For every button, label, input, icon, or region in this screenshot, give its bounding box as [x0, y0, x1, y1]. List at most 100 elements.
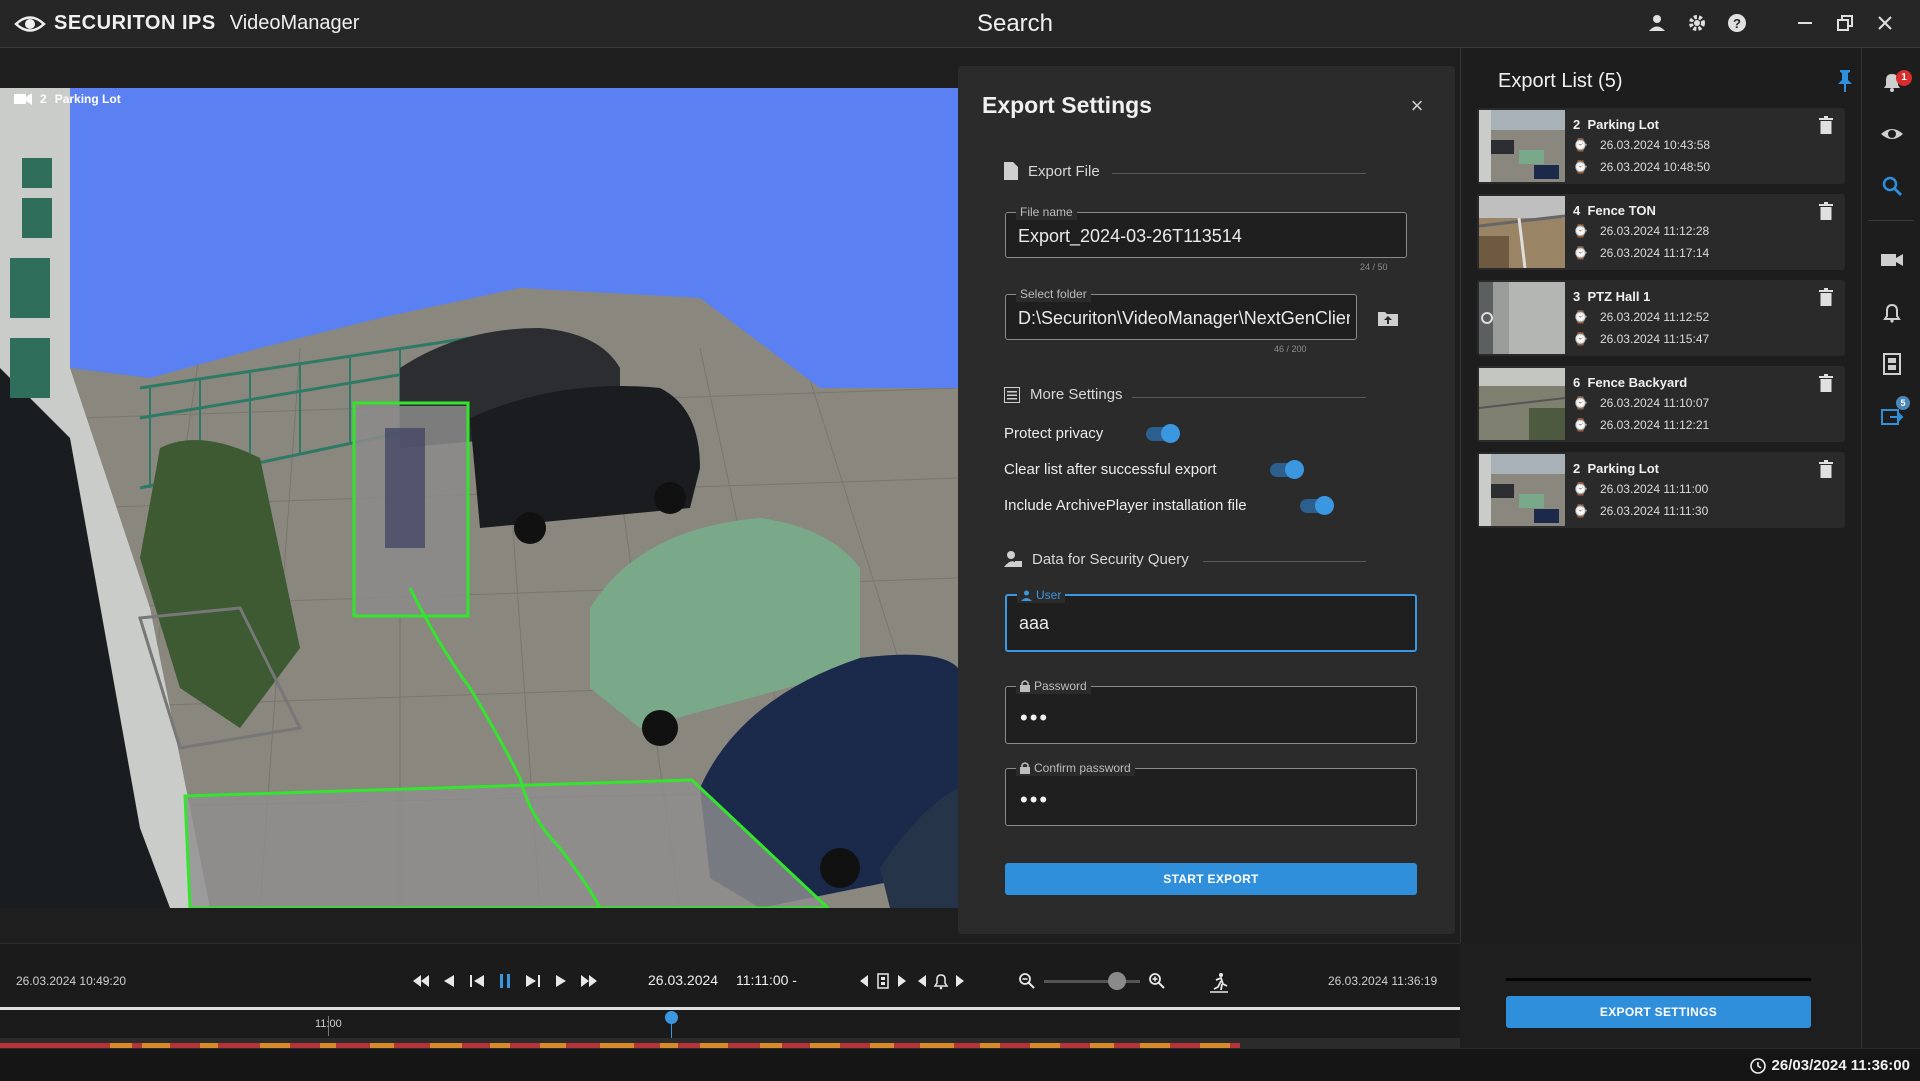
video-camera-icon[interactable]: [1880, 248, 1904, 272]
delete-icon[interactable]: [1819, 374, 1833, 392]
lock-icon: [1020, 762, 1030, 774]
range-end-time: 26.03.2024 11:36:19: [1328, 974, 1438, 988]
export-item-end: ⌚ 26.03.2024 11:11:30: [1573, 504, 1709, 518]
clock-text: 26/03/2024 11:36:00: [1771, 1057, 1910, 1074]
security-heading: Data for Security Query: [1004, 550, 1189, 568]
playhead-handle[interactable]: [665, 1011, 678, 1024]
delete-icon[interactable]: [1819, 460, 1833, 478]
protect-privacy-toggle[interactable]: [1146, 424, 1180, 443]
export-thumbnail: [1479, 110, 1565, 182]
export-thumbnail: [1479, 454, 1565, 526]
export-item-end: ⌚ 26.03.2024 11:12:21: [1573, 418, 1710, 432]
confirm-password-field[interactable]: Confirm password •••: [1005, 760, 1417, 826]
search-icon[interactable]: [1880, 174, 1904, 198]
include-archiveplayer-label: Include ArchivePlayer installation file: [1004, 497, 1247, 514]
more-settings-heading: More Settings: [1004, 386, 1123, 403]
settings-gear-icon[interactable]: [1686, 12, 1708, 34]
export-item[interactable]: 3 PTZ Hall 1 ⌚ 26.03.2024 11:12:52 ⌚ 26.03…: [1477, 280, 1845, 356]
export-item[interactable]: 6 Fence Backyard ⌚ 26.03.2024 11:10:07 ⌚ 2…: [1477, 366, 1845, 442]
export-item[interactable]: 2 Parking Lot ⌚ 26.03.2024 11:11:00 ⌚ 26.0…: [1477, 452, 1845, 528]
next-recording-icon[interactable]: [892, 972, 910, 990]
export-file-heading: Export File: [1004, 162, 1100, 180]
frame-back-icon[interactable]: [468, 972, 486, 990]
file-name-field[interactable]: File name Export_2024-03-26T113514: [1005, 204, 1407, 258]
end-time-icon: ⌚: [1573, 418, 1588, 432]
delete-icon[interactable]: [1819, 202, 1833, 220]
zoom-in-icon[interactable]: [1148, 972, 1166, 990]
folder-upload-icon[interactable]: [1378, 310, 1398, 326]
help-icon[interactable]: ?: [1726, 12, 1748, 34]
clock-icon: [1749, 1057, 1766, 1074]
export-item-end: ⌚ 26.03.2024 11:17:14: [1573, 246, 1710, 260]
restore-icon[interactable]: [1834, 12, 1856, 34]
export-settings-button[interactable]: EXPORT SETTINGS: [1506, 996, 1811, 1028]
export-thumbnail: [1479, 196, 1565, 268]
prev-recording-icon[interactable]: [856, 972, 874, 990]
fast-rewind-icon[interactable]: [412, 972, 430, 990]
export-progress-track: [1506, 978, 1811, 981]
system-clock: 26/03/2024 11:36:00: [1749, 1057, 1910, 1074]
end-time-icon: ⌚: [1573, 504, 1588, 518]
divider: [1112, 173, 1366, 174]
next-alarm-icon[interactable]: [950, 972, 968, 990]
minimize-icon[interactable]: [1794, 12, 1816, 34]
clear-list-toggle[interactable]: [1270, 460, 1304, 479]
clear-list-label: Clear list after successful export: [1004, 461, 1217, 478]
film-strip-icon[interactable]: [1880, 352, 1904, 376]
export-item-title: 6 Fence Backyard: [1573, 375, 1688, 390]
start-time-icon: ⌚: [1573, 224, 1588, 238]
password-label: Password: [1016, 678, 1091, 694]
zoom-out-icon[interactable]: [1018, 972, 1036, 990]
prev-alarm-icon[interactable]: [914, 972, 932, 990]
user-lock-icon: [1004, 551, 1022, 567]
export-item[interactable]: 4 Fence TON ⌚ 26.03.2024 11:12:28 ⌚ 26.03.…: [1477, 194, 1845, 270]
step-back-icon[interactable]: [440, 972, 458, 990]
zoom-slider-handle[interactable]: [1108, 972, 1126, 990]
right-rail: 1 5: [1861, 48, 1920, 1048]
start-time-icon: ⌚: [1573, 138, 1588, 152]
security-heading-label: Data for Security Query: [1032, 550, 1189, 568]
step-forward-icon[interactable]: [552, 972, 570, 990]
frame-forward-icon[interactable]: [524, 972, 542, 990]
user-icon[interactable]: [1646, 12, 1668, 34]
user-field[interactable]: User aaa: [1005, 587, 1417, 652]
include-archiveplayer-toggle[interactable]: [1300, 496, 1334, 515]
export-item-start: ⌚ 26.03.2024 10:43:58: [1573, 138, 1711, 152]
protect-privacy-label: Protect privacy: [1004, 425, 1104, 442]
close-icon[interactable]: ×: [1407, 95, 1427, 117]
export-item-start: ⌚ 26.03.2024 11:12:28: [1573, 224, 1710, 238]
export-item[interactable]: 2 Parking Lot ⌚ 26.03.2024 10:43:58 ⌚ 26.0…: [1477, 108, 1845, 184]
alarm-bell-icon[interactable]: [932, 972, 950, 990]
fast-forward-icon[interactable]: [580, 972, 598, 990]
camera-name: Parking Lot: [54, 92, 121, 106]
export-list-title: Export List (5): [1498, 70, 1623, 92]
file-icon: [1004, 162, 1018, 180]
close-window-icon[interactable]: [1874, 12, 1896, 34]
end-time-icon: ⌚: [1573, 160, 1588, 174]
more-settings-label: More Settings: [1030, 386, 1123, 403]
range-start-time: 26.03.2024 10:49:20: [16, 974, 127, 988]
motion-search-icon[interactable]: [1208, 972, 1230, 994]
export-settings-dialog: Export Settings × Export File File name …: [958, 66, 1455, 934]
export-file-heading-label: Export File: [1028, 162, 1100, 180]
start-time-icon: ⌚: [1573, 482, 1588, 496]
video-player[interactable]: [0, 88, 958, 908]
user-label: User: [1017, 587, 1066, 603]
start-export-button[interactable]: START EXPORT: [1005, 863, 1417, 895]
player-controls: 26.03.2024 10:49:20 26.03.2024 11:36:19 …: [0, 943, 1460, 1048]
end-time-icon: ⌚: [1573, 332, 1588, 346]
password-field[interactable]: Password •••: [1005, 678, 1417, 744]
delete-icon[interactable]: [1819, 116, 1833, 134]
delete-icon[interactable]: [1819, 288, 1833, 306]
pin-icon[interactable]: [1837, 70, 1853, 92]
eye-icon[interactable]: [1880, 122, 1904, 146]
recording-timeline[interactable]: [0, 1038, 1460, 1049]
pause-icon[interactable]: [496, 972, 514, 990]
recording-film-icon[interactable]: [874, 972, 892, 990]
export-item-start: ⌚ 26.03.2024 11:12:52: [1573, 310, 1710, 324]
alarm-bell-icon[interactable]: [1880, 300, 1904, 324]
list-settings-icon: [1004, 386, 1020, 403]
folder-field[interactable]: Select folder D:\Securiton\VideoManager\…: [1005, 286, 1357, 340]
export-count-badge: 5: [1896, 396, 1910, 410]
camera-image: [0, 88, 958, 908]
